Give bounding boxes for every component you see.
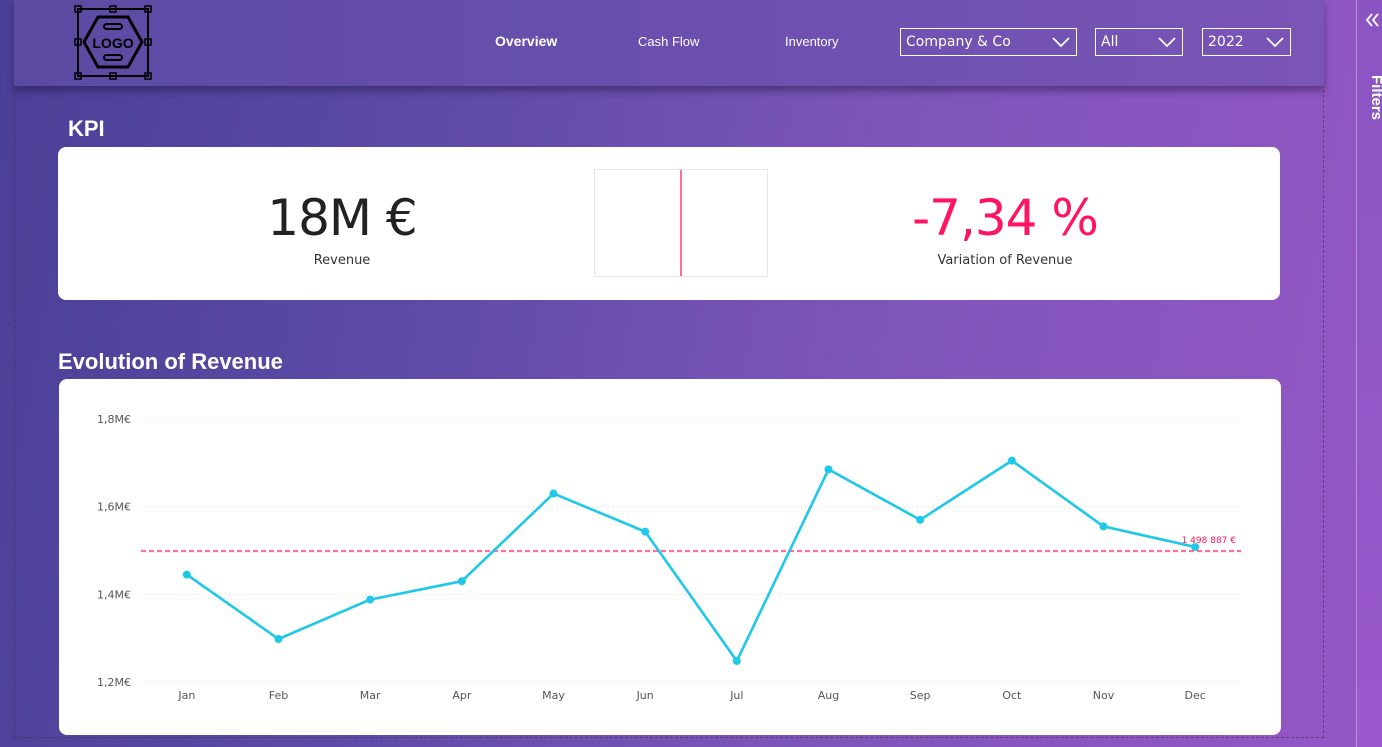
data-point: [1191, 542, 1200, 551]
chevron-down-icon: [1266, 37, 1284, 48]
y-tick-label: 1,8M€: [97, 413, 131, 426]
logo: LOGO: [74, 5, 152, 80]
filters-pane-label[interactable]: Filters: [1368, 75, 1382, 120]
chart-section-title: Evolution of Revenue: [58, 349, 283, 374]
segment-dropdown-value: All: [1101, 34, 1119, 50]
revenue-chart-card: 1,2M€ 1,4M€ 1,6M€ 1,8M€ Jan Feb Mar Apr May Jun Ju…: [59, 379, 1281, 735]
x-tick-label: Aug: [818, 689, 839, 702]
year-dropdown-value: 2022: [1208, 34, 1244, 50]
y-tick-label: 1,6M€: [97, 501, 131, 514]
chevron-down-icon: [1158, 37, 1176, 48]
data-point: [732, 656, 741, 665]
nav-overview[interactable]: Overview: [495, 33, 557, 49]
header-bar: LOGO Overview Cash Flow Inventory Compan…: [14, 0, 1324, 86]
nav-inventory[interactable]: Inventory: [785, 34, 838, 49]
x-tick-label: Dec: [1185, 689, 1206, 702]
x-tick-label: Feb: [269, 689, 288, 702]
variation-label: Variation of Revenue: [937, 253, 1073, 268]
data-point: [641, 527, 650, 536]
x-tick-label: Jun: [636, 689, 654, 702]
kpi-card: 18M € Revenue -7,34 % Variation of Reven…: [58, 147, 1280, 300]
logo-icon: LOGO: [74, 5, 152, 80]
data-point: [274, 635, 283, 644]
x-tick-label: Sep: [910, 689, 931, 702]
data-point: [182, 570, 191, 579]
kpi-section-title: KPI: [68, 116, 105, 141]
logo-text: LOGO: [92, 35, 133, 51]
data-point: [916, 515, 925, 524]
company-dropdown-value: Company & Co: [906, 34, 1011, 50]
revenue-value: 18M €: [267, 189, 417, 247]
variation-value: -7,34 %: [912, 189, 1099, 247]
data-point: [1007, 456, 1016, 465]
x-tick-label: Oct: [1002, 689, 1022, 702]
data-point: [1099, 522, 1108, 531]
data-point: [824, 465, 833, 474]
revenue-series-line: [186, 459, 1196, 663]
company-dropdown[interactable]: Company & Co: [900, 28, 1077, 56]
data-point: [549, 489, 558, 498]
revenue-label: Revenue: [313, 253, 371, 268]
x-tick-label: May: [542, 689, 565, 702]
x-tick-label: Apr: [452, 689, 472, 702]
double-chevron-left-icon[interactable]: [1365, 12, 1379, 28]
x-tick-label: Jul: [729, 689, 743, 702]
nav-cash-flow[interactable]: Cash Flow: [638, 34, 699, 49]
revenue-sparkline-visual: [594, 169, 768, 277]
revenue-line-chart: 1,2M€ 1,4M€ 1,6M€ 1,8M€ Jan Feb Mar Apr May Jun Ju…: [97, 413, 1241, 702]
x-tick-label: Mar: [360, 689, 381, 702]
y-tick-label: 1,4M€: [97, 588, 131, 601]
chevron-down-icon: [1052, 37, 1070, 48]
y-tick-label: 1,2M€: [97, 676, 131, 689]
x-tick-label: Jan: [177, 689, 195, 702]
year-dropdown[interactable]: 2022: [1202, 28, 1291, 56]
data-point: [457, 577, 466, 586]
data-point: [366, 595, 375, 604]
x-tick-label: Nov: [1093, 689, 1115, 702]
segment-dropdown[interactable]: All: [1095, 28, 1183, 56]
revenue-marker-line: [680, 170, 682, 276]
